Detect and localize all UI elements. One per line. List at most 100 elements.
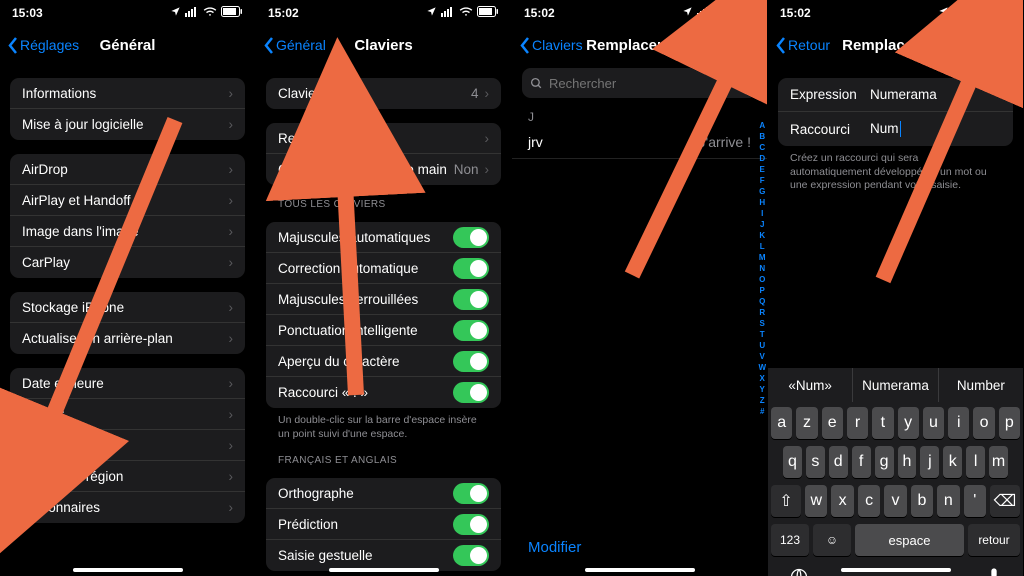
- key-p[interactable]: p: [999, 407, 1020, 439]
- key-y[interactable]: y: [898, 407, 919, 439]
- back-button[interactable]: Claviers: [520, 37, 583, 54]
- index-letter[interactable]: U: [759, 340, 765, 351]
- cell-language-region[interactable]: Langue et région›: [10, 461, 245, 492]
- key-w[interactable]: w: [805, 485, 827, 517]
- back-button[interactable]: Retour: [776, 37, 830, 54]
- key-h[interactable]: h: [898, 446, 917, 478]
- key-l[interactable]: l: [966, 446, 985, 478]
- toggle-gesture[interactable]: Saisie gestuelle: [266, 540, 501, 571]
- alpha-index[interactable]: ABCDEFGHIJKLMNOPQRSTUVWXYZ#: [758, 120, 766, 417]
- home-indicator[interactable]: [585, 568, 695, 572]
- cell-airplay[interactable]: AirPlay et Handoff›: [10, 185, 245, 216]
- key-m[interactable]: m: [989, 446, 1008, 478]
- index-letter[interactable]: N: [759, 263, 765, 274]
- key-x[interactable]: x: [831, 485, 853, 517]
- cell-one-handed[interactable]: Clavier utilisable à une mainNon›: [266, 154, 501, 185]
- switch-on[interactable]: [453, 545, 489, 566]
- key-shift[interactable]: ⇧: [771, 485, 801, 517]
- key-q[interactable]: q: [783, 446, 802, 478]
- switch-on[interactable]: [453, 227, 489, 248]
- cell-fonts[interactable]: Polices›: [10, 430, 245, 461]
- toggle-autocorrect[interactable]: Correction automatique: [266, 253, 501, 284]
- back-button[interactable]: Général: [264, 37, 326, 54]
- key-o[interactable]: o: [973, 407, 994, 439]
- key-k[interactable]: k: [943, 446, 962, 478]
- key-r[interactable]: r: [847, 407, 868, 439]
- cell-informations[interactable]: Informations›: [10, 78, 245, 109]
- switch-on[interactable]: [453, 320, 489, 341]
- edit-button[interactable]: Modifier: [528, 539, 581, 556]
- toggle-period-shortcut[interactable]: Raccourci « . »: [266, 377, 501, 408]
- cell-date-time[interactable]: Date et heure›: [10, 368, 245, 399]
- index-letter[interactable]: G: [759, 186, 765, 197]
- index-letter[interactable]: R: [759, 307, 765, 318]
- cell-pip[interactable]: Image dans l'image›: [10, 216, 245, 247]
- suggestion-item[interactable]: Numerama: [853, 368, 938, 402]
- cell-software-update[interactable]: Mise à jour logicielle›: [10, 109, 245, 140]
- key-emoji[interactable]: ☺: [813, 524, 851, 556]
- cell-background-refresh[interactable]: Actualiser en arrière-plan›: [10, 323, 245, 354]
- cell-airdrop[interactable]: AirDrop›: [10, 154, 245, 185]
- globe-icon[interactable]: [789, 567, 809, 576]
- index-letter[interactable]: L: [760, 241, 765, 252]
- back-button[interactable]: Réglages: [8, 37, 79, 54]
- key-j[interactable]: j: [920, 446, 939, 478]
- index-letter[interactable]: Q: [759, 296, 765, 307]
- cell-storage[interactable]: Stockage iPhone›: [10, 292, 245, 323]
- index-letter[interactable]: #: [760, 406, 764, 417]
- search-field[interactable]: [522, 68, 757, 98]
- index-letter[interactable]: I: [761, 208, 763, 219]
- index-letter[interactable]: E: [760, 164, 765, 175]
- search-input[interactable]: [549, 76, 731, 91]
- key-e[interactable]: e: [822, 407, 843, 439]
- field-expression[interactable]: Expression Numerama: [778, 78, 1013, 112]
- index-letter[interactable]: W: [758, 362, 766, 373]
- index-letter[interactable]: S: [760, 318, 765, 329]
- index-letter[interactable]: V: [760, 351, 765, 362]
- key-123[interactable]: 123: [771, 524, 809, 556]
- toggle-char-preview[interactable]: Aperçu du caractère: [266, 346, 501, 377]
- cell-carplay[interactable]: CarPlay›: [10, 247, 245, 278]
- save-button[interactable]: Enregistrer: [943, 37, 1015, 53]
- suggestion-item[interactable]: Number: [939, 368, 1023, 402]
- index-letter[interactable]: K: [759, 230, 765, 241]
- home-indicator[interactable]: [73, 568, 183, 572]
- cell-keyboards[interactable]: Claviers4›: [266, 78, 501, 109]
- index-letter[interactable]: Y: [760, 384, 765, 395]
- index-letter[interactable]: J: [760, 219, 764, 230]
- toggle-caps-lock[interactable]: Majuscules verrouillées: [266, 284, 501, 315]
- switch-on[interactable]: [453, 514, 489, 535]
- index-letter[interactable]: T: [760, 329, 765, 340]
- toggle-smart-punct[interactable]: Ponctuation intelligente: [266, 315, 501, 346]
- key-g[interactable]: g: [875, 446, 894, 478]
- key-'[interactable]: ': [964, 485, 986, 517]
- index-letter[interactable]: H: [759, 197, 765, 208]
- home-indicator[interactable]: [841, 568, 951, 572]
- key-z[interactable]: z: [796, 407, 817, 439]
- key-n[interactable]: n: [937, 485, 959, 517]
- replacement-entry[interactable]: jrv J'arrive !: [512, 126, 767, 159]
- index-letter[interactable]: C: [759, 142, 765, 153]
- toggle-auto-caps[interactable]: Majuscules automatiques: [266, 222, 501, 253]
- index-letter[interactable]: M: [759, 252, 766, 263]
- key-backspace[interactable]: ⌫: [990, 485, 1020, 517]
- key-t[interactable]: t: [872, 407, 893, 439]
- key-s[interactable]: s: [806, 446, 825, 478]
- key-d[interactable]: d: [829, 446, 848, 478]
- suggestion-item[interactable]: «Num»: [768, 368, 853, 402]
- key-v[interactable]: v: [884, 485, 906, 517]
- index-letter[interactable]: P: [760, 285, 765, 296]
- key-c[interactable]: c: [858, 485, 880, 517]
- switch-on[interactable]: [453, 483, 489, 504]
- add-button[interactable]: [735, 35, 759, 56]
- key-b[interactable]: b: [911, 485, 933, 517]
- index-letter[interactable]: O: [759, 274, 765, 285]
- toggle-spelling[interactable]: Orthographe: [266, 478, 501, 509]
- switch-on[interactable]: [453, 289, 489, 310]
- index-letter[interactable]: Z: [760, 395, 765, 406]
- key-f[interactable]: f: [852, 446, 871, 478]
- toggle-prediction[interactable]: Prédiction: [266, 509, 501, 540]
- switch-on[interactable]: [453, 351, 489, 372]
- home-indicator[interactable]: [329, 568, 439, 572]
- field-shortcut[interactable]: Raccourci Num: [778, 112, 1013, 146]
